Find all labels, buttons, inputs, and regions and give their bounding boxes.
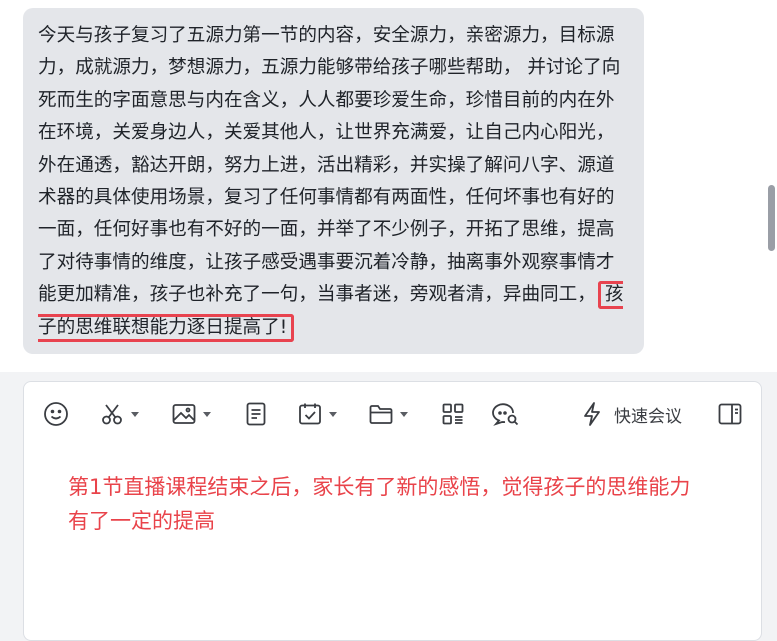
- apps-button[interactable]: [439, 396, 467, 432]
- chevron-down-icon: [131, 411, 139, 417]
- calendar-check-icon: [296, 400, 324, 428]
- scrollbar-thumb[interactable]: [768, 185, 775, 251]
- chat-history: 今天与孩子复习了五源力第一节的内容，安全源力，亲密源力，目标源力，成就源力，梦想…: [0, 0, 777, 372]
- quick-meeting-button[interactable]: 快速会议: [580, 396, 682, 432]
- screenshot-button[interactable]: [98, 396, 139, 432]
- chat-scrollbar[interactable]: [767, 185, 777, 251]
- scissors-icon: [98, 400, 126, 428]
- document-button[interactable]: [242, 396, 270, 432]
- folder-button[interactable]: [367, 396, 408, 432]
- chevron-down-icon: [329, 411, 337, 417]
- image-icon: [170, 400, 198, 428]
- editor-toolbar: 快速会议: [24, 396, 761, 432]
- message-body: 今天与孩子复习了五源力第一节的内容，安全源力，亲密源力，目标源力，成就源力，梦想…: [38, 25, 621, 306]
- message-editor[interactable]: 快速会议 第1节直播课程结束之后，家长有了新的感悟，觉得孩子的思维能力有了一定的…: [23, 381, 762, 641]
- task-button[interactable]: [296, 396, 337, 432]
- chevron-down-icon: [400, 411, 408, 417]
- smiley-icon: [42, 400, 70, 428]
- quick-meeting-label: 快速会议: [614, 406, 682, 427]
- chevron-down-icon: [203, 411, 211, 417]
- emoji-button[interactable]: [42, 396, 70, 432]
- grid-icon: [439, 400, 467, 428]
- message-text: 今天与孩子复习了五源力第一节的内容，安全源力，亲密源力，目标源力，成就源力，梦想…: [38, 20, 630, 344]
- chat-search-button[interactable]: [491, 396, 521, 432]
- panel-toggle-icon: [716, 400, 744, 428]
- sidebar-toggle-button[interactable]: [716, 396, 744, 432]
- editor-annotation-text: 第1节直播课程结束之后，家长有了新的感悟，觉得孩子的思维能力有了一定的提高: [68, 475, 691, 533]
- folder-icon: [367, 400, 395, 428]
- message-bubble[interactable]: 今天与孩子复习了五源力第一节的内容，安全源力，亲密源力，目标源力，成就源力，梦想…: [23, 8, 644, 354]
- image-button[interactable]: [170, 396, 211, 432]
- document-icon: [242, 400, 270, 428]
- chat-search-icon: [491, 400, 521, 428]
- lightning-icon: [580, 400, 604, 428]
